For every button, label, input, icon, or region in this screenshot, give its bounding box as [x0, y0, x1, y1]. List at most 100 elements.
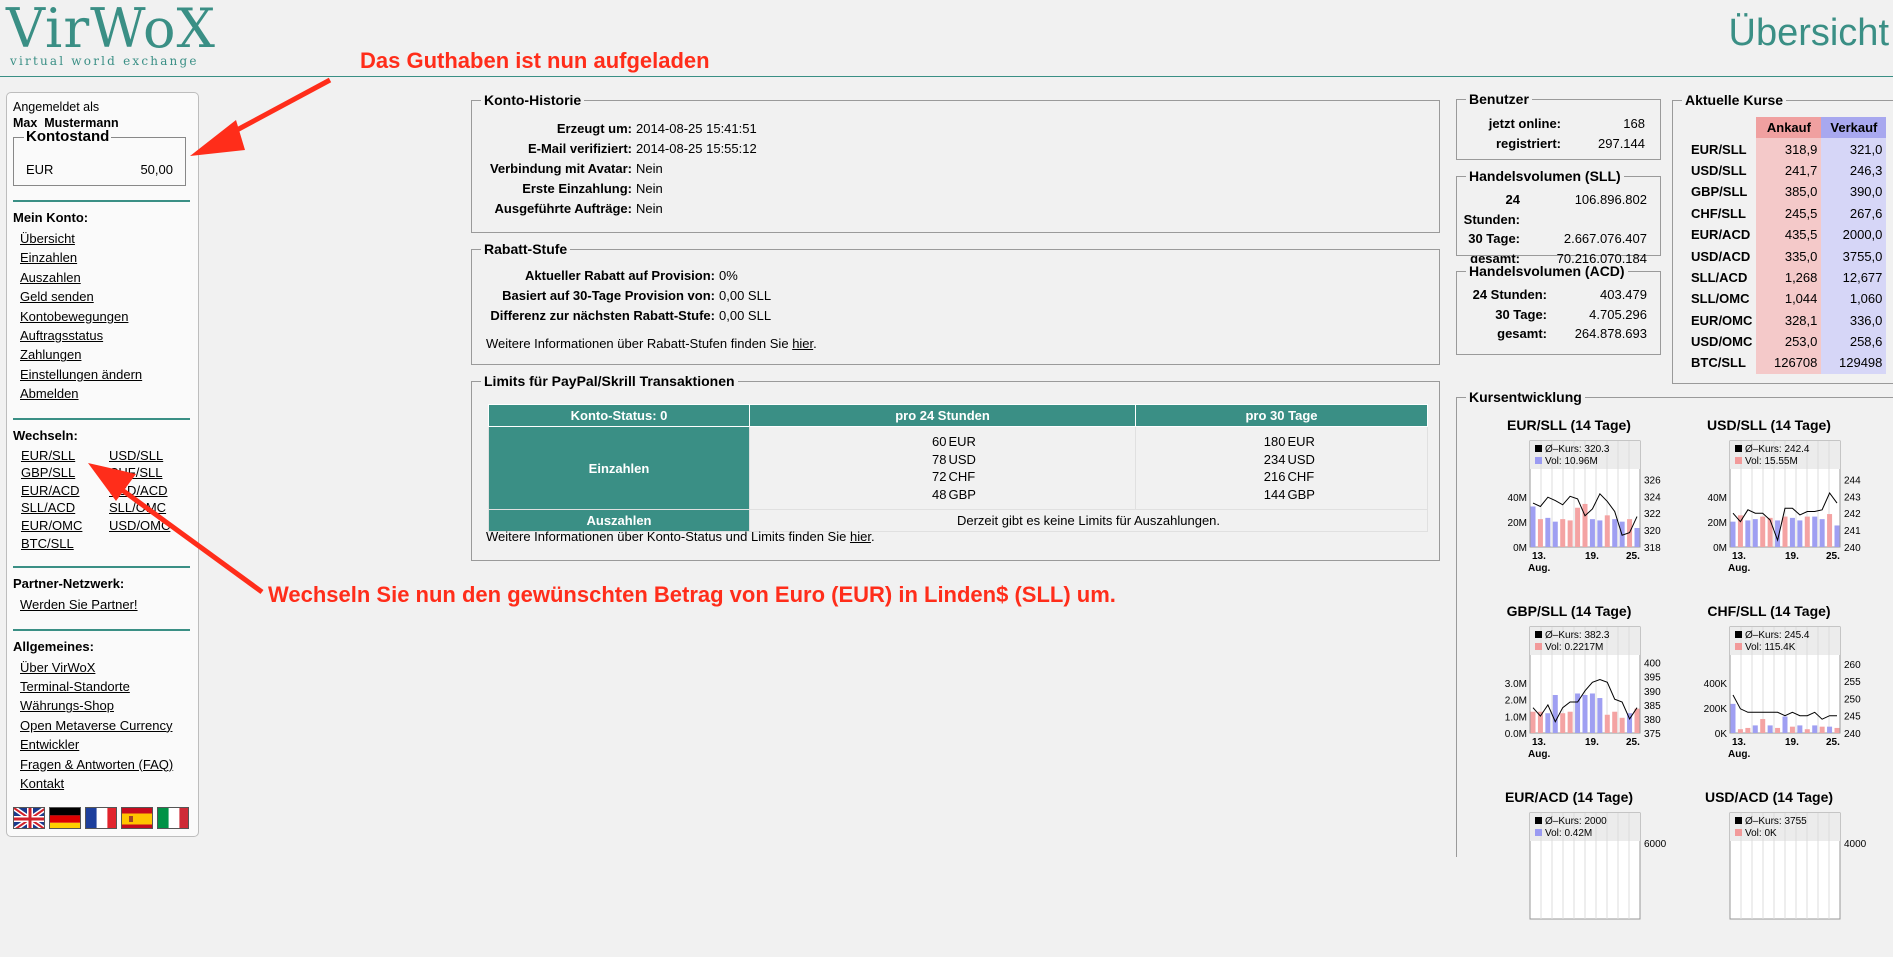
mini-chart: USD/SLL (14 Tage) Ø–Kurs: 242.4 Vol: 15.55…	[1694, 417, 1884, 582]
exchange-link-usd-omc[interactable]: USD/OMC	[109, 517, 197, 535]
balance-amount: 50,00	[140, 162, 173, 177]
legend-vol: Vol: 15.55M	[1745, 456, 1798, 467]
volume-row: 30 Tage: 2.667.076.407	[1457, 229, 1647, 249]
partner-heading: Partner-Netzwerk:	[13, 576, 125, 592]
volume-bar	[1812, 516, 1818, 547]
volume-bar	[1560, 519, 1566, 547]
rates-bid: 318,9	[1756, 138, 1822, 160]
nav-link-about[interactable]: Über VirWoX	[20, 658, 198, 677]
nav-link-settings[interactable]: Einstellungen ändern	[20, 365, 198, 384]
sidebar-divider	[13, 200, 190, 202]
volume-bar	[1530, 711, 1536, 733]
limits-deposit-label: Einzahlen	[488, 426, 750, 510]
x-tick-sub: Aug.	[1728, 749, 1750, 760]
nav-link-become-partner[interactable]: Werden Sie Partner!	[20, 595, 198, 614]
volume-value: 264.878.693	[1574, 326, 1647, 342]
volume-bar	[1834, 727, 1840, 733]
nav-link-faq[interactable]: Fragen & Antworten (FAQ)	[20, 755, 198, 774]
page-title: Übersicht	[1728, 12, 1890, 54]
nav-link-currency-shop[interactable]: Währungs-Shop	[20, 696, 198, 715]
rates-bid-header: Ankauf	[1756, 117, 1822, 139]
volume-acd-panel: Handelsvolumen (ACD) 24 Stunden: 403.479 …	[1456, 263, 1661, 355]
sidebar-divider	[13, 628, 190, 631]
volume-bar	[1745, 727, 1751, 733]
limits-info-link[interactable]: hier	[850, 529, 871, 544]
exchange-link-chf-sll[interactable]: CHF/SLL	[109, 464, 197, 482]
nav-link-terminals[interactable]: Terminal-Standorte	[20, 677, 198, 696]
y-tick-left: 3.0M	[1505, 679, 1527, 690]
exchange-link-sll-omc[interactable]: SLL/OMC	[109, 499, 197, 517]
mini-chart-title: EUR/ACD (14 Tage)	[1504, 789, 1634, 805]
rates-pair: EUR/SLL	[1691, 141, 1747, 157]
nav-link-overview[interactable]: Übersicht	[20, 229, 198, 248]
y-tick-right: 6000	[1644, 839, 1667, 850]
rates-row: GBP/SLL 385,0 390,0	[1687, 181, 1887, 203]
flag-spain-icon[interactable]	[121, 807, 153, 830]
limits-info-end: .	[870, 529, 875, 544]
amount: 78	[932, 451, 947, 467]
x-tick: 13.	[1732, 551, 1746, 562]
nav-link-contact[interactable]: Kontakt	[20, 774, 198, 793]
history-value: 2014-08-25 15:55:12	[636, 141, 757, 156]
amount: 144	[1263, 486, 1286, 502]
rates-pair: SLL/OMC	[1691, 291, 1750, 307]
balance-box: Kontostand EUR 50,00	[13, 128, 186, 186]
rates-panel: Aktuelle Kurse Ankauf Verkauf EUR/SLL 318…	[1672, 92, 1893, 384]
legend-rate-swatch	[1535, 631, 1542, 638]
nav-link-order-status[interactable]: Auftragsstatus	[20, 326, 198, 345]
mini-chart-title: USD/SLL (14 Tage)	[1707, 417, 1831, 433]
history-key: Erzeugt um:	[556, 121, 632, 136]
currency: GBP	[1287, 486, 1315, 502]
mini-chart: EUR/SLL (14 Tage) Ø–Kurs: 320.3 Vol: 10.96…	[1494, 417, 1684, 582]
exchange-link-btc-sll[interactable]: BTC/SLL	[21, 535, 109, 553]
discount-value: 0,00 SLL	[719, 288, 772, 303]
exchange-heading: Wechseln:	[13, 427, 78, 443]
volume-key: 24 Stunden:	[1472, 287, 1547, 302]
discount-key: Basiert auf 30-Tage Provision von:	[502, 288, 715, 303]
exchange-link-gbp-sll[interactable]: GBP/SLL	[21, 464, 109, 482]
rates-pair: SLL/ACD	[1691, 269, 1748, 285]
legend-rate: Ø–Kurs: 245.4	[1745, 630, 1810, 641]
currency: USD	[1287, 451, 1315, 467]
discount-info-link[interactable]: hier	[792, 336, 813, 351]
nav-link-send-money[interactable]: Geld senden	[20, 287, 198, 306]
x-tick-sub: Aug.	[1728, 563, 1750, 574]
y-tick-left: 200K	[1704, 704, 1728, 715]
volume-bar	[1760, 719, 1766, 733]
nav-link-transactions[interactable]: Kontobewegungen	[20, 307, 198, 326]
volume-bar	[1545, 517, 1551, 547]
y-tick-left: 2.0M	[1505, 696, 1527, 707]
limits-deposit-30d: 180 EUR 234 USD 216 CHF 144 GBP	[1135, 426, 1428, 510]
y-tick-right: 243	[1844, 492, 1861, 503]
nav-link-developers[interactable]: Entwickler	[20, 735, 198, 754]
logo[interactable]: VirWoX virtual world exchange	[6, 2, 215, 69]
y-tick-right: 241	[1844, 526, 1861, 537]
volume-bar	[1797, 725, 1803, 733]
nav-link-withdraw[interactable]: Auszahlen	[20, 268, 198, 287]
nav-link-logout[interactable]: Abmelden	[20, 384, 198, 403]
mini-chart-title: CHF/SLL (14 Tage)	[1707, 603, 1831, 619]
logo-subtitle: virtual world exchange	[10, 54, 199, 68]
flag-france-icon[interactable]	[85, 807, 117, 830]
exchange-link-usd-acd[interactable]: USD/ACD	[109, 482, 197, 500]
nav-link-omc[interactable]: Open Metaverse Currency	[20, 716, 198, 735]
nav-link-deposit[interactable]: Einzahlen	[20, 248, 198, 267]
exchange-link-eur-omc[interactable]: EUR/OMC	[21, 517, 109, 535]
volume-bar	[1612, 519, 1618, 547]
flag-germany-icon[interactable]	[49, 807, 81, 830]
rates-ask: 336,0	[1821, 309, 1887, 331]
mini-chart-svg: Ø–Kurs: 320.3Vol: 10.96M 326 324 322 320 318 4…	[1508, 440, 1661, 574]
rates-row: BTC/SLL 126708 129498	[1687, 352, 1887, 374]
users-list: jetzt online: 168 registriert: 297.144	[1457, 114, 1645, 153]
flag-italy-icon[interactable]	[157, 807, 189, 830]
exchange-link-eur-sll[interactable]: EUR/SLL	[21, 447, 109, 465]
y-tick-left: 20M	[1508, 518, 1527, 529]
flag-uk-icon[interactable]	[13, 807, 45, 830]
exchange-link-eur-acd[interactable]: EUR/ACD	[21, 482, 109, 500]
rates-ask: 12,677	[1821, 266, 1887, 289]
nav-link-payments[interactable]: Zahlungen	[20, 345, 198, 364]
volume-bar	[1745, 520, 1751, 547]
exchange-link-usd-sll[interactable]: USD/SLL	[109, 447, 197, 465]
volume-bar	[1812, 725, 1818, 733]
exchange-link-sll-acd[interactable]: SLL/ACD	[21, 499, 109, 517]
